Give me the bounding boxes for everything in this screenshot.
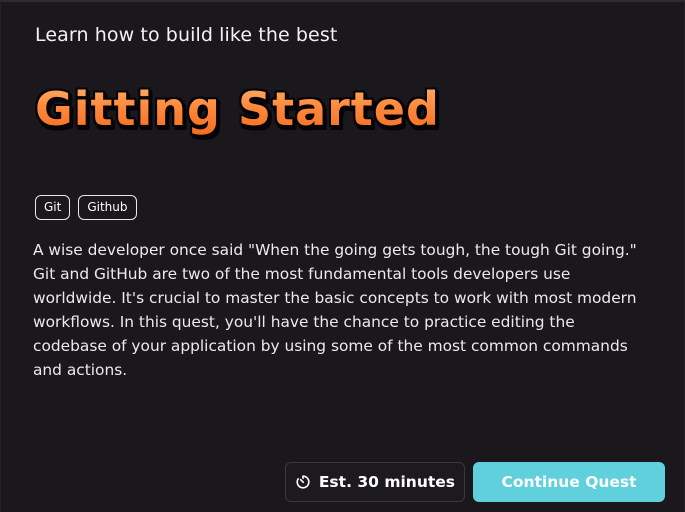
quest-card: Learn how to build like the best Gitting… — [0, 0, 685, 512]
time-estimate: Est. 30 minutes — [284, 462, 465, 502]
quest-description: A wise developer once said "When the goi… — [33, 241, 637, 379]
tag-github[interactable]: Github — [78, 195, 137, 220]
timer-icon — [295, 474, 311, 490]
tag-git[interactable]: Git — [35, 195, 71, 220]
quest-title: Gitting Started — [35, 82, 440, 136]
continue-quest-button[interactable]: Continue Quest — [473, 462, 665, 502]
quest-footer: Est. 30 minutes Continue Quest — [284, 462, 665, 502]
time-estimate-label: Est. 30 minutes — [318, 473, 455, 491]
quest-subtitle: Learn how to build like the best — [35, 24, 338, 46]
tag-list: Git Github — [35, 195, 137, 220]
